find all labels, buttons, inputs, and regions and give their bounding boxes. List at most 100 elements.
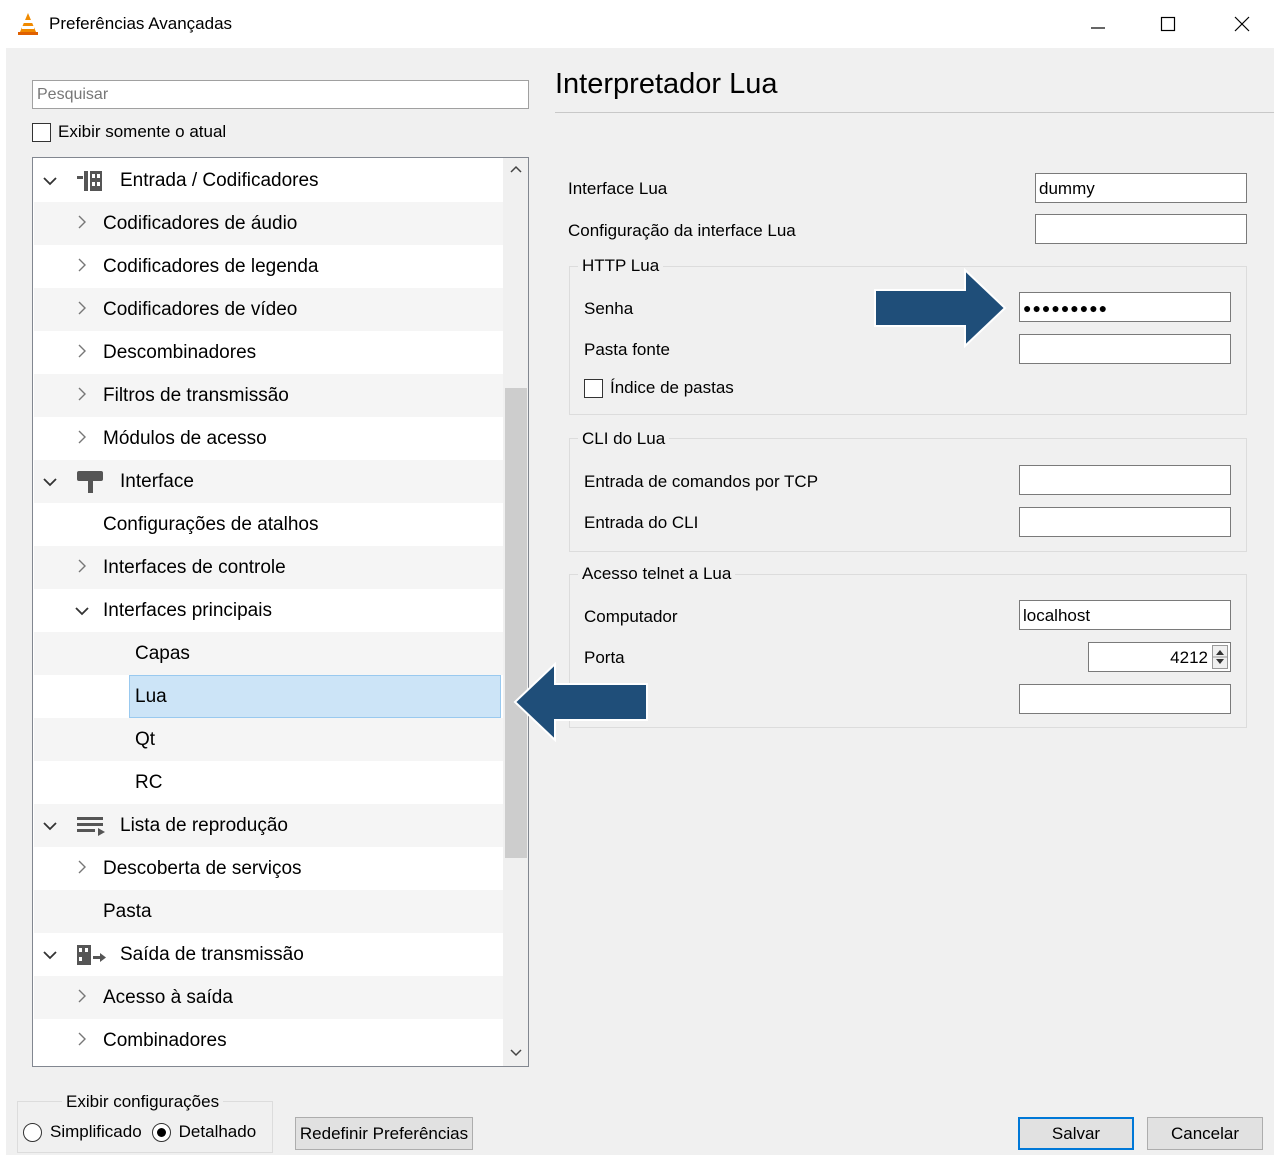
maximize-button[interactable]: [1148, 8, 1188, 40]
cancel-button[interactable]: Cancelar: [1147, 1117, 1263, 1150]
tree-item[interactable]: Codificadores de legenda: [34, 245, 503, 288]
title-divider: [555, 112, 1274, 113]
http-password-field[interactable]: ●●●●●●●●●: [1019, 292, 1231, 322]
expand-toggle[interactable]: [74, 1030, 90, 1052]
maximize-icon: [1160, 16, 1176, 32]
show-current-only-checkbox[interactable]: [32, 122, 51, 142]
chevron-right-icon: [78, 1032, 86, 1045]
tree-item[interactable]: RC: [34, 761, 503, 804]
tree-item-label: Lista de reprodução: [120, 814, 288, 836]
save-button[interactable]: Salvar: [1018, 1117, 1134, 1150]
close-icon: [1234, 16, 1250, 32]
tree-item-label: Módulos de acesso: [103, 427, 267, 449]
tree-category[interactable]: Lista de reprodução: [34, 804, 503, 847]
tree-item[interactable]: Descombinadores: [34, 331, 503, 374]
tree-item[interactable]: Codificadores de vídeo: [34, 288, 503, 331]
port-spinbox[interactable]: 4212: [1088, 642, 1231, 672]
playlist-icon: [77, 816, 105, 836]
paint-roller-icon: [77, 470, 103, 493]
expand-toggle[interactable]: [42, 170, 58, 192]
scroll-down-button[interactable]: [503, 1042, 528, 1064]
port-spin-buttons[interactable]: [1212, 645, 1228, 669]
tree-item-label: Saída de transmissão: [120, 943, 304, 965]
tree-item-label: Lua: [135, 685, 167, 707]
close-button[interactable]: [1222, 8, 1262, 40]
chevron-right-icon: [78, 258, 86, 271]
http-password-label: Senha: [584, 299, 634, 318]
lua-interface-field[interactable]: dummy: [1035, 173, 1247, 203]
tree-item-label: Filtros de transmissão: [103, 384, 289, 406]
tree-item[interactable]: Lua: [129, 675, 501, 718]
show-settings-options: Simplificado Detalhado: [23, 1122, 256, 1142]
expand-toggle[interactable]: [42, 944, 58, 966]
reset-preferences-button[interactable]: Redefinir Preferências: [295, 1117, 473, 1150]
directory-index-checkbox[interactable]: [584, 378, 603, 398]
lua-interface-config-label: Configuração da interface Lua: [568, 221, 796, 240]
spin-arrows-icon: [1213, 650, 1227, 664]
expand-toggle[interactable]: [74, 342, 90, 364]
tree-item[interactable]: Capas: [34, 632, 503, 675]
cli-input-field[interactable]: [1019, 507, 1231, 537]
chevron-right-icon: [78, 344, 86, 357]
show-current-only-row[interactable]: Exibir somente o atual: [32, 122, 226, 142]
expand-toggle[interactable]: [74, 299, 90, 321]
show-current-only-label: Exibir somente o atual: [58, 122, 227, 141]
scroll-thumb[interactable]: [505, 388, 527, 858]
lua-interface-config-field[interactable]: [1035, 214, 1247, 244]
minimize-button[interactable]: [1078, 8, 1118, 40]
tree-scrollbar[interactable]: [503, 158, 528, 1066]
tree-item[interactable]: Filtros de transmissão: [34, 374, 503, 417]
directory-index-row[interactable]: Índice de pastas: [584, 378, 734, 398]
chevron-right-icon: [78, 387, 86, 400]
detailed-radio-option[interactable]: Detalhado: [151, 1122, 256, 1142]
tree-item[interactable]: Módulos de acesso: [34, 417, 503, 460]
source-folder-field[interactable]: [1019, 334, 1231, 364]
tree-item-label: Interface: [120, 470, 194, 492]
tree-item-label: Acesso à saída: [103, 986, 233, 1008]
chevron-right-icon: [78, 860, 86, 873]
chevron-right-icon: [78, 215, 86, 228]
expand-toggle[interactable]: [42, 471, 58, 493]
expand-toggle[interactable]: [74, 600, 90, 622]
tree-category[interactable]: Entrada / Codificadores: [34, 159, 503, 202]
simple-radio[interactable]: [23, 1122, 42, 1142]
show-settings-title: Exibir configurações: [62, 1092, 224, 1112]
expand-toggle[interactable]: [74, 213, 90, 235]
tree-item[interactable]: Qt: [34, 718, 503, 761]
tree-item-label: Configurações de atalhos: [103, 513, 319, 535]
tcp-input-field[interactable]: [1019, 465, 1231, 495]
input-codecs-icon: [77, 170, 102, 191]
search-input[interactable]: Pesquisar: [32, 80, 529, 109]
tree-item[interactable]: Interfaces principais: [34, 589, 503, 632]
tree-item[interactable]: Codificadores de áudio: [34, 202, 503, 245]
chevron-down-icon: [43, 950, 57, 959]
telnet-password-field[interactable]: [1019, 684, 1231, 714]
expand-toggle[interactable]: [42, 815, 58, 837]
tree-item[interactable]: Descoberta de serviços: [34, 847, 503, 890]
detailed-radio[interactable]: [151, 1122, 171, 1142]
callout-arrow-left-icon: [513, 662, 648, 742]
stream-output-icon: [77, 944, 106, 965]
tree-item[interactable]: Configurações de atalhos: [34, 503, 503, 546]
scroll-up-button[interactable]: [503, 158, 528, 180]
tree-item[interactable]: Acesso à saída: [34, 976, 503, 1019]
expand-toggle[interactable]: [74, 428, 90, 450]
cli-input-label: Entrada do CLI: [584, 513, 699, 532]
expand-toggle[interactable]: [74, 256, 90, 278]
tree-category[interactable]: Saída de transmissão: [34, 933, 503, 976]
expand-toggle[interactable]: [74, 858, 90, 880]
tree-item-label: Descombinadores: [103, 341, 257, 363]
tree-item[interactable]: Pasta: [34, 890, 503, 933]
expand-toggle[interactable]: [74, 987, 90, 1009]
tree-item[interactable]: Interfaces de controle: [34, 546, 503, 589]
tree-item[interactable]: Combinadores: [34, 1019, 503, 1062]
tree-category[interactable]: Interface: [34, 460, 503, 503]
expand-toggle[interactable]: [74, 557, 90, 579]
expand-toggle[interactable]: [74, 385, 90, 407]
simple-radio-option[interactable]: Simplificado: [23, 1122, 142, 1142]
tree-item-label: Entrada / Codificadores: [120, 169, 319, 191]
tree-item-label: Combinadores: [103, 1029, 227, 1051]
host-field[interactable]: localhost: [1019, 600, 1231, 630]
preferences-tree[interactable]: Combinadores Acesso à saída Saída de trans…: [32, 157, 529, 1067]
telnet-lua-title: Acesso telnet a Lua: [578, 564, 736, 584]
